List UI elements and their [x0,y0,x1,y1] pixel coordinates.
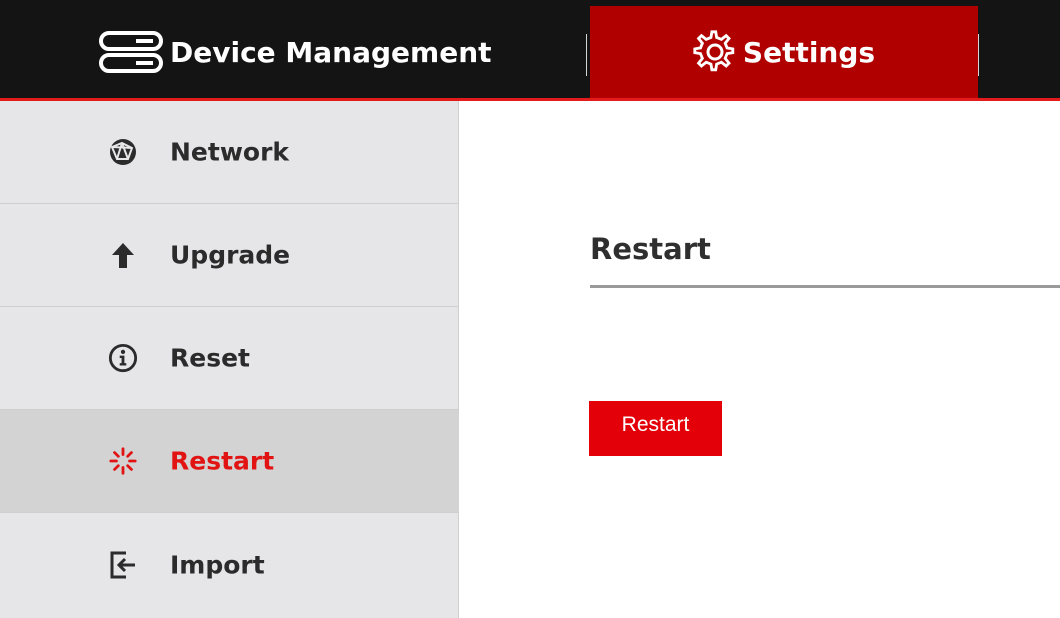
spinner-icon [108,446,138,476]
sidebar-item-label: Upgrade [170,240,291,270]
restart-button[interactable]: Restart [589,401,722,456]
sidebar-item-restart[interactable]: Restart [0,410,459,513]
tab-device-management-label: Device Management [170,35,492,69]
tab-device-management[interactable]: Device Management [0,6,588,98]
tab-settings-label: Settings [742,35,876,69]
server-icon [98,30,164,74]
sidebar-item-network[interactable]: Network [0,101,459,204]
tab-settings[interactable]: Settings [590,6,978,98]
page-title: Restart [590,232,711,266]
sidebar-item-label: Import [170,550,265,579]
tab-divider [978,34,979,76]
gear-icon [693,30,737,74]
arrow-up-icon [108,240,138,270]
title-divider [590,285,1060,288]
sidebar: Network Upgrade Reset Restart Import [0,101,459,618]
globe-icon [108,137,138,167]
import-icon [108,550,138,580]
sidebar-item-reset[interactable]: Reset [0,307,459,410]
tab-divider [586,34,587,76]
sidebar-item-label: Restart [170,446,275,476]
sidebar-item-label: Network [170,137,290,167]
sidebar-item-upgrade[interactable]: Upgrade [0,204,459,307]
sidebar-item-label: Reset [170,343,250,373]
info-icon [108,343,138,373]
sidebar-item-import[interactable]: Import [0,513,459,616]
